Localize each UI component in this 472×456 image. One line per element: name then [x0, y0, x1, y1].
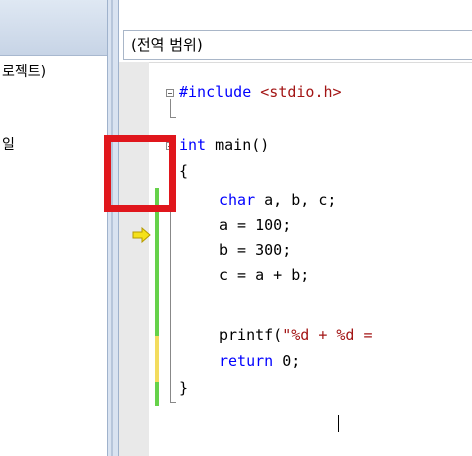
tree-item-project[interactable]: 로젝트) — [2, 61, 46, 81]
screen-root: 로젝트) 일 (전역 범위) #include <stdio.h> int ma… — [0, 0, 472, 456]
return-value: 0; — [273, 352, 301, 370]
collapse-include-icon[interactable] — [166, 89, 174, 97]
variable-declaration: a, b, c; — [255, 191, 337, 209]
highlight-box — [104, 135, 176, 212]
string-literal: "%d + %d = — [282, 326, 373, 344]
return-keyword: return — [219, 352, 274, 370]
assignment: b = 300; — [219, 241, 292, 259]
code-line: c = a + b; — [219, 265, 309, 285]
navigation-bar: (전역 범위) — [119, 0, 472, 63]
code-line: printf("%d + %d = — [219, 325, 373, 345]
indicator-margin[interactable] — [119, 62, 151, 456]
tree-item-file[interactable]: 일 — [2, 134, 15, 154]
code-line: b = 300; — [219, 240, 291, 260]
code-editor[interactable]: (전역 범위) #include <stdio.h> int main() { … — [119, 0, 472, 456]
code-line: a = 100; — [219, 215, 291, 235]
preprocessor-keyword: #include — [179, 83, 252, 101]
code-line: return 0; — [219, 351, 300, 371]
text-caret — [338, 415, 339, 432]
assignment: c = a + b; — [219, 266, 310, 284]
type-keyword: int — [179, 136, 207, 154]
code-line: char a, b, c; — [219, 190, 336, 210]
open-brace: { — [179, 162, 189, 180]
include-target: <stdio.h> — [251, 83, 342, 101]
code-line: #include <stdio.h> — [179, 82, 342, 102]
code-line: { — [179, 161, 188, 181]
outline-line — [170, 99, 171, 117]
close-brace: } — [179, 379, 189, 397]
outline-end — [170, 402, 176, 403]
current-line-arrow-icon — [132, 227, 151, 243]
pane-splitter[interactable] — [107, 0, 119, 456]
type-keyword: char — [219, 191, 256, 209]
solution-explorer-header — [0, 0, 107, 56]
code-text[interactable]: #include <stdio.h> int main() { char a, … — [179, 0, 373, 397]
outline-end — [170, 117, 176, 118]
splitter-grip — [111, 0, 113, 456]
scope-dropdown[interactable]: (전역 범위) — [123, 30, 472, 60]
function-signature: main() — [206, 136, 270, 154]
change-indicator-saved — [155, 382, 159, 406]
assignment: a = 100; — [219, 216, 292, 234]
solution-explorer-pane: 로젝트) 일 — [0, 0, 107, 456]
function-call: printf( — [219, 326, 283, 344]
code-line: int main() — [179, 135, 269, 155]
change-indicator-unsaved — [155, 336, 159, 382]
code-line: } — [179, 378, 188, 398]
